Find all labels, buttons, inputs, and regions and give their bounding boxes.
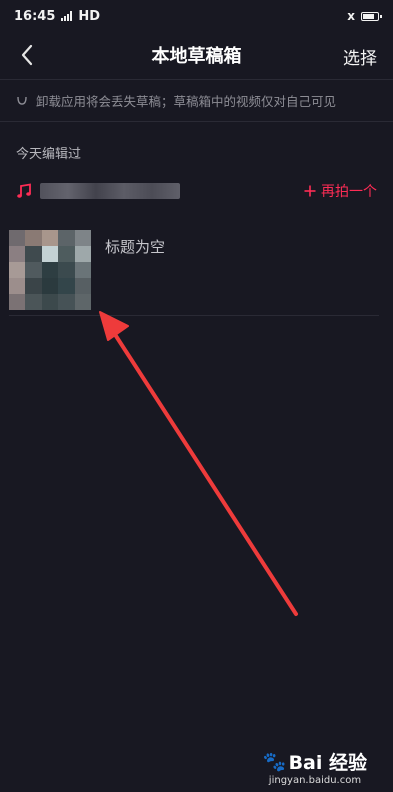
header-divider	[0, 79, 393, 80]
status-left: 16:45 HD	[14, 9, 100, 24]
music-row: 再拍一个	[16, 176, 377, 206]
smile-icon	[17, 96, 27, 105]
section-label: 今天编辑过	[16, 147, 82, 162]
music-name-blurred	[40, 183, 180, 199]
draft-item[interactable]: 标题为空	[0, 222, 393, 314]
status-right: ⅹ	[347, 9, 382, 23]
annotation-arrow	[99, 311, 298, 616]
header: 本地草稿箱 选择	[0, 32, 393, 78]
battery-icon	[361, 11, 382, 21]
back-button[interactable]	[12, 40, 42, 70]
reshoot-button[interactable]: 再拍一个	[304, 181, 377, 201]
notice-divider	[0, 121, 393, 122]
plus-icon	[304, 185, 316, 197]
music-note-icon	[17, 183, 31, 198]
music-info	[16, 183, 180, 199]
status-bar: 16:45 HD ⅹ	[0, 0, 393, 32]
mute-icon: ⅹ	[347, 9, 355, 23]
watermark-logo: 🐾 Bai 经验	[263, 748, 367, 775]
back-chevron-icon	[21, 44, 33, 66]
page-title: 本地草稿箱	[151, 46, 242, 67]
notice-text: 卸载应用将会丢失草稿；草稿箱中的视频仅对自己可见	[36, 93, 337, 109]
draft-thumbnail	[9, 230, 91, 310]
reshoot-label: 再拍一个	[321, 184, 377, 200]
baidu-watermark: 🐾 Bai 经验 jingyan.baidu.com	[263, 748, 367, 786]
draft-title: 标题为空	[105, 238, 166, 256]
select-button[interactable]: 选择	[343, 44, 377, 69]
status-time: 16:45	[14, 8, 56, 24]
notice-bar: 卸载应用将会丢失草稿；草稿箱中的视频仅对自己可见	[16, 89, 383, 111]
watermark-url: jingyan.baidu.com	[268, 775, 362, 786]
draft-divider	[9, 315, 379, 316]
signal-icon	[61, 11, 73, 21]
network-type: HD	[78, 8, 101, 24]
paw-icon: 🐾	[262, 751, 287, 773]
watermark-logo-text: Bai 经验	[288, 752, 367, 774]
